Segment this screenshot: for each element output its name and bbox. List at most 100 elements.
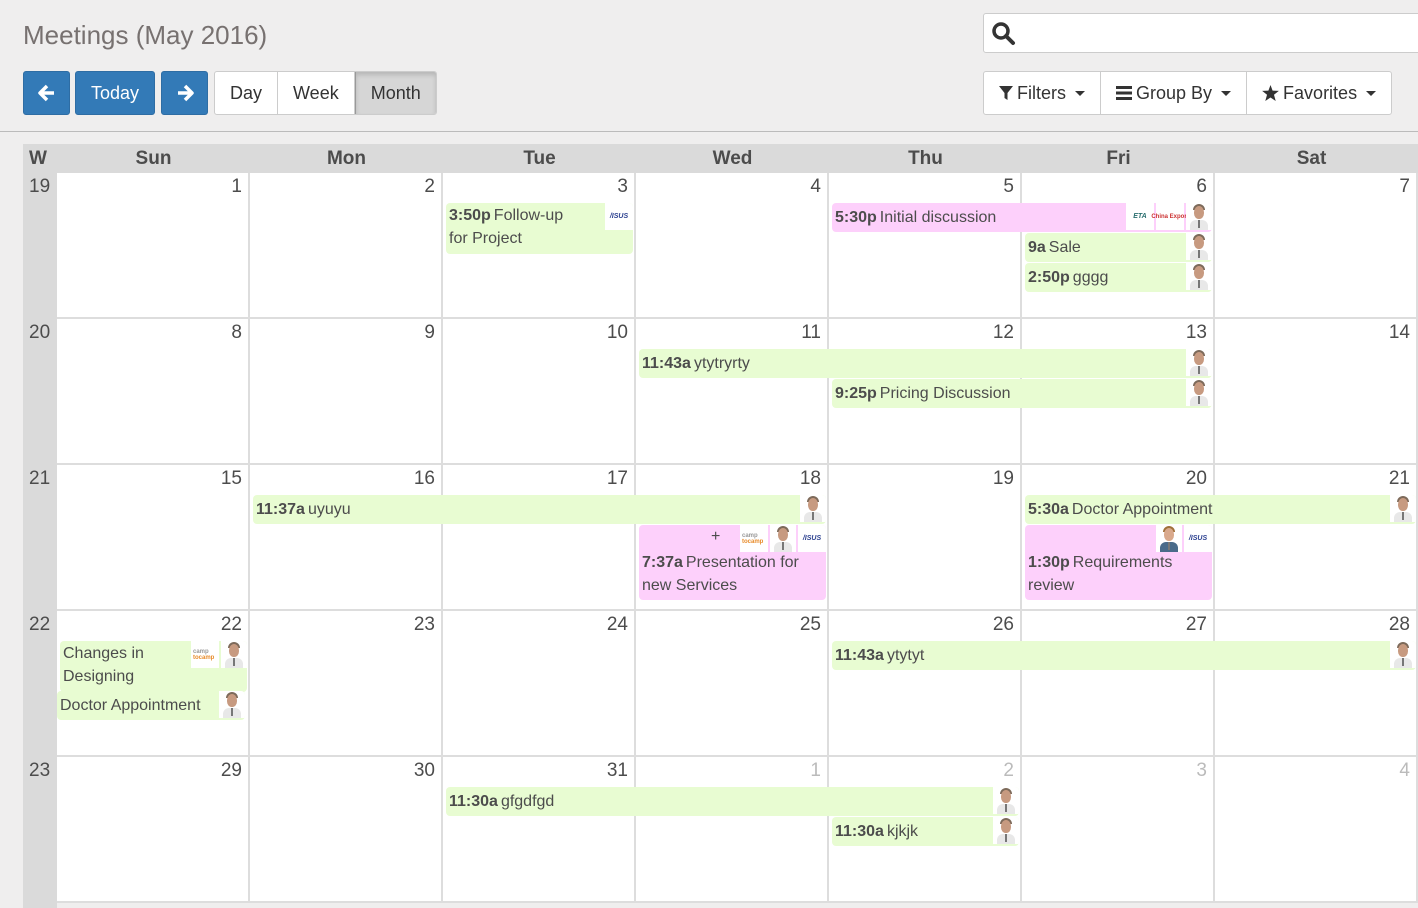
calendar-event[interactable]: 11:43a ytytyt [832, 641, 1416, 670]
event-attendees: camp tocamp [191, 641, 247, 668]
day-cell[interactable]: 1 [57, 173, 250, 319]
search-options: Filters Group By Favorites [983, 71, 1393, 115]
calendar-event[interactable]: ETA China Export 5:30p Initial discussion [832, 203, 1212, 232]
event-time: 3:50p [449, 207, 491, 224]
day-cell[interactable]: 3 [1022, 757, 1215, 903]
day-number: 16 [413, 468, 435, 489]
next-button[interactable] [161, 71, 208, 115]
day-cell[interactable]: 24 [443, 611, 636, 757]
day-cell[interactable]: 4 [636, 173, 829, 319]
calendar-event[interactable]: 11:43a ytytryrty [639, 349, 1212, 378]
week-number: 23 [29, 760, 51, 781]
event-body: 2:50p gggg [1028, 269, 1108, 286]
camptocamp-logo-text: tocamp [742, 538, 764, 545]
attendee-avatar [993, 787, 1019, 814]
day-cell[interactable]: 23 [250, 611, 443, 757]
avatar-face [1194, 206, 1204, 219]
week-number: 22 [29, 614, 51, 635]
star-icon [1262, 85, 1279, 101]
arrow-right-icon [177, 84, 194, 102]
event-attendees [1186, 349, 1212, 376]
view-day-button[interactable]: Day [215, 72, 279, 114]
eta-logo: ETA [1126, 203, 1154, 230]
event-attendees [1186, 263, 1212, 290]
day-cell[interactable]: 4 [1215, 757, 1418, 903]
event-attendees [1390, 495, 1416, 522]
event-time: 11:43a [835, 647, 884, 664]
calendar-event[interactable]: 9:25p Pricing Discussion [832, 379, 1212, 408]
calendar-event[interactable]: camp tocamp Changes in Designing [60, 641, 247, 692]
day-cell[interactable]: 11 [636, 319, 829, 465]
day-cell[interactable]: 1 [636, 757, 829, 903]
calendar-event[interactable]: 11:30a kjkjk [832, 817, 1019, 846]
calendar-event[interactable]: camp tocamp/ISUS +7:37a Presentation for ne… [639, 525, 826, 600]
calendar-event[interactable]: 11:30a gfgdfgd [446, 787, 1019, 816]
day-header-sat: Sat [1296, 148, 1327, 169]
day-cell[interactable]: 15 [57, 465, 250, 611]
day-cell[interactable]: 5 [829, 173, 1022, 319]
day-cell[interactable]: 27 [1022, 611, 1215, 757]
avatar-face [1194, 352, 1204, 365]
day-cell[interactable]: 7 [1215, 173, 1418, 319]
avatar-face [1001, 790, 1011, 803]
calendar-event[interactable]: 9a Sale [1025, 233, 1212, 262]
day-number: 26 [992, 614, 1014, 635]
day-number: 31 [606, 760, 628, 781]
favorites-button[interactable]: Favorites [1247, 72, 1391, 114]
day-cell[interactable]: 10 [443, 319, 636, 465]
caret-down-icon [1221, 90, 1232, 96]
today-button[interactable]: Today [75, 71, 155, 115]
day-cell[interactable]: 9 [250, 319, 443, 465]
avatar-tie [1198, 366, 1200, 374]
day-cell[interactable]: 8 [57, 319, 250, 465]
day-cell[interactable]: 21 [1215, 465, 1418, 611]
event-time: 5:30p [835, 209, 877, 226]
avatar-tie [233, 658, 235, 666]
group-by-button[interactable]: Group By [1101, 72, 1248, 114]
event-title: Initial discussion [879, 209, 997, 226]
event-attendees [1186, 233, 1212, 260]
avatar-tie [231, 708, 233, 716]
avatar-tie [812, 512, 814, 520]
day-cell[interactable]: 17 [443, 465, 636, 611]
attendee-avatar [1390, 641, 1416, 668]
more-attendees-indicator[interactable]: + [711, 525, 720, 548]
day-cell[interactable]: 28 [1215, 611, 1418, 757]
previous-button[interactable] [23, 71, 70, 115]
avatar-tie [1402, 512, 1404, 520]
view-month-button[interactable]: Month [354, 72, 436, 114]
attendee-avatar [1186, 379, 1212, 406]
day-number: 3 [1196, 760, 1207, 781]
filters-button[interactable]: Filters [984, 72, 1101, 114]
day-cell[interactable]: 19 [829, 465, 1022, 611]
day-cell[interactable]: 25 [636, 611, 829, 757]
day-cell[interactable]: 31 [443, 757, 636, 903]
event-attendees [1390, 641, 1416, 668]
day-number: 6 [1196, 176, 1207, 197]
camptocamp-logo: camp tocamp [740, 525, 768, 552]
day-cell[interactable]: 2 [250, 173, 443, 319]
event-title: Changes in Designing [63, 645, 144, 685]
calendar-event[interactable]: 5:30a Doctor Appointment [1025, 495, 1416, 524]
calendar-event[interactable]: /ISUS 3:50pFollow-up for Project proposal [446, 203, 633, 254]
calendar-event[interactable]: 2:50p gggg [1025, 263, 1212, 292]
day-number: 1 [231, 176, 242, 197]
day-cell[interactable]: 29 [57, 757, 250, 903]
day-cell[interactable]: 16 [250, 465, 443, 611]
event-title: gggg [1072, 269, 1109, 286]
day-header-tue: Tue [523, 148, 556, 169]
day-cell[interactable]: 30 [250, 757, 443, 903]
day-number: 23 [413, 614, 435, 635]
day-cell[interactable]: 14 [1215, 319, 1418, 465]
view-week-button[interactable]: Week [278, 72, 355, 114]
calendar-event[interactable]: /ISUS 1:30p Requirements review [1025, 525, 1212, 600]
search-input[interactable] [1024, 14, 1418, 52]
calendar-event[interactable]: Doctor Appointment [57, 691, 245, 720]
day-cell[interactable]: 26 [829, 611, 1022, 757]
day-number: 30 [413, 760, 435, 781]
event-body: 9a Sale [1028, 239, 1081, 256]
calendar-event[interactable]: 11:37a uyuyu [253, 495, 826, 524]
attendee-avatar [770, 525, 796, 552]
attendee-avatar-young [1156, 525, 1182, 552]
event-attendees [800, 495, 826, 522]
